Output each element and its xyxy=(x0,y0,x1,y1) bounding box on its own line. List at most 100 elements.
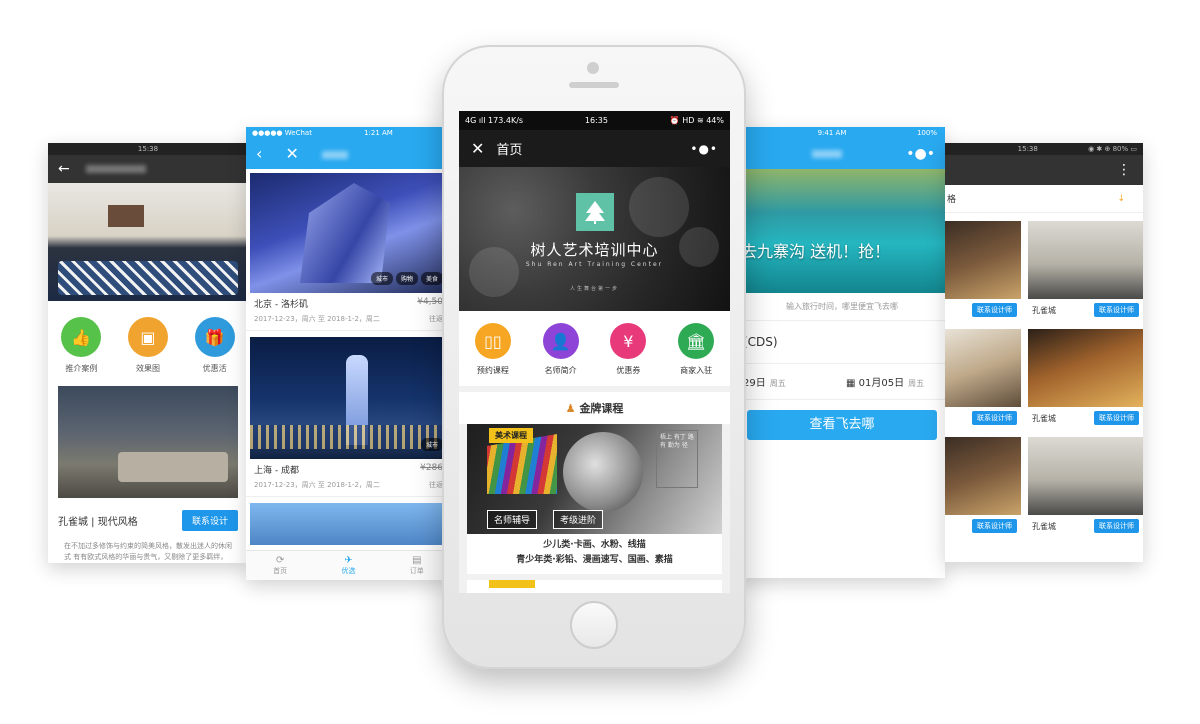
contact-designer-button[interactable]: 联系设计师 xyxy=(972,519,1017,533)
planet-icon: ⟳ xyxy=(275,555,285,566)
route-card[interactable]: 城市 上海 - 成都 ¥286 2017-12-23，周六 至 2018-1-2，… xyxy=(246,337,451,497)
menu-book-course[interactable]: ▯▯ 预约课程 xyxy=(465,323,521,376)
status-bar: 4G ıll 173.4K/s 16:35 ⏰ HD ≋ 44% xyxy=(459,111,730,130)
feature-recommended-cases[interactable]: 👍 推介案例 xyxy=(51,317,111,374)
close-icon[interactable]: ✕ xyxy=(471,139,484,158)
plane-icon: ✈ xyxy=(344,555,353,566)
route-info: 上海 - 成都 ¥286 2017-12-23，周六 至 2018-1-2，周二 往… xyxy=(246,459,451,497)
route-price: ¥286 xyxy=(420,463,443,473)
pencils-shape xyxy=(487,434,557,494)
contact-designer-button[interactable]: 联系设计师 xyxy=(1094,303,1139,317)
back-arrow-icon[interactable]: ← xyxy=(58,161,70,177)
more-dots-icon[interactable]: •●• xyxy=(690,142,718,156)
grid-card[interactable]: 孔雀城 联系设计师 xyxy=(1028,437,1143,537)
course-card-image[interactable]: 梧上 有丁 路有 勤为 径 美术课程 名师辅导 考级进阶 xyxy=(467,424,722,534)
blurred-title xyxy=(811,150,842,158)
menu-merchant-join[interactable]: 🏛 商家入驻 xyxy=(668,323,724,376)
lake-banner[interactable]: 去九寨沟 送机！抢！ xyxy=(739,169,945,293)
status-bar: 9:41 AM 100% xyxy=(739,127,945,139)
tab-home[interactable]: ⟳ 首页 xyxy=(260,555,300,576)
building-shape xyxy=(300,183,390,283)
blurred-title xyxy=(322,151,348,159)
search-flights-button[interactable]: 查看飞去哪 xyxy=(747,410,937,440)
origin-field[interactable]: (CDS) xyxy=(739,321,945,364)
art-center-screen: 4G ıll 173.4K/s 16:35 ⏰ HD ≋ 44% ✕ 首页 •●… xyxy=(459,111,730,593)
status-icons: ◉ ✱ ⊕ 80% ▭ xyxy=(1088,145,1137,153)
grid-card[interactable]: 联系设计师 xyxy=(945,221,1021,321)
brand-slogan: 人生舞台第一步 xyxy=(569,286,619,292)
status-bar: 15:38 xyxy=(48,143,248,155)
rug-shape xyxy=(58,261,238,295)
route-photo: 城市 xyxy=(250,337,447,459)
case-photo xyxy=(945,329,1021,407)
sofa-shape xyxy=(118,452,228,482)
top-nav: ✕ 首页 •●• xyxy=(459,130,730,167)
feature-renderings[interactable]: ▣ 效果图 xyxy=(118,317,178,374)
front-camera xyxy=(587,62,599,74)
course-line: 青少年类·彩铅、漫画速写、国画、素描 xyxy=(516,555,673,565)
date-row: 29日 周五 ▦ 01月05日 周五 xyxy=(739,364,945,400)
top-nav: ⋮ xyxy=(945,155,1143,185)
more-vertical-icon[interactable]: ⋮ xyxy=(1117,162,1131,178)
route-info: 北京 - 洛杉矶 ¥4,50 2017-12-23，周六 至 2018-1-2，周… xyxy=(246,293,451,331)
close-icon[interactable]: ✕ xyxy=(286,144,299,163)
feature-promotions[interactable]: 🎁 优惠活 xyxy=(185,317,245,374)
feature-icons: 👍 推介案例 ▣ 效果图 🎁 优惠活 xyxy=(48,301,248,380)
bottom-tab-bar: ⟳ 首页 ✈ 优选 ▤ 订单 xyxy=(246,550,451,580)
bokeh-shape xyxy=(629,177,689,237)
route-tags: 城市 xyxy=(420,438,443,451)
top-nav: •●• xyxy=(739,139,945,169)
grid-card[interactable]: 联系设计师 xyxy=(945,329,1021,429)
grid-card[interactable]: 孔雀城 联系设计师 xyxy=(1028,329,1143,429)
tab-label: 首页 xyxy=(273,567,288,575)
date-to-week: 周五 xyxy=(908,379,925,388)
contact-designer-button[interactable]: 联系设计师 xyxy=(1094,519,1139,533)
search-hint[interactable]: 输入旅行时间，哪里便宜飞去哪 xyxy=(739,293,945,321)
tv-shape xyxy=(108,205,144,227)
filter-row[interactable]: 格 ↓ xyxy=(945,185,1143,213)
route-title: 上海 - 成都 xyxy=(254,466,299,476)
calendar-icon: ▦ xyxy=(846,378,859,389)
tab-label: 订单 xyxy=(409,567,424,575)
status-icons: ⏰ HD ≋ 44% xyxy=(669,116,724,125)
living-room-banner xyxy=(48,183,248,301)
contact-designer-button[interactable]: 联系设计师 xyxy=(972,411,1017,425)
date-from-week: 周五 xyxy=(769,379,786,388)
grid-card[interactable]: 联系设计师 xyxy=(945,437,1021,537)
carrier-text: ●●●●● WeChat xyxy=(252,129,312,137)
contact-designer-button[interactable]: 联系设计 xyxy=(181,510,238,531)
card-label: 孔雀城 xyxy=(1032,521,1056,531)
case-photo[interactable] xyxy=(58,386,238,498)
next-course-card[interactable] xyxy=(467,580,722,593)
contact-designer-button[interactable]: 联系设计师 xyxy=(972,303,1017,317)
blurred-title xyxy=(86,165,147,173)
case-photo xyxy=(1028,329,1143,407)
more-dots-icon[interactable]: •●• xyxy=(906,146,935,162)
status-time: 16:35 xyxy=(584,116,608,125)
clipboard-icon: ▤ xyxy=(412,555,422,566)
tab-orders[interactable]: ▤ 订单 xyxy=(397,555,437,576)
route-photo-partial[interactable] xyxy=(250,503,447,545)
route-dates: 2017-12-23，周六 至 2018-1-2，周二 xyxy=(254,481,380,489)
coupon-icon: ¥ xyxy=(610,323,647,359)
city-lights-shape xyxy=(250,425,447,449)
status-bar: ●●●●● WeChat 1:21 AM xyxy=(246,127,451,139)
brand-banner[interactable]: 树人艺术培训中心 Shu Ren Art Training Center 人生舞… xyxy=(459,167,730,311)
back-chevron-icon[interactable]: ‹ xyxy=(256,144,262,163)
thumbs-up-icon: 👍 xyxy=(61,317,102,357)
menu-teachers[interactable]: 👤 名师简介 xyxy=(533,323,589,376)
date-to-field[interactable]: ▦ 01月05日 周五 xyxy=(842,364,945,399)
home-button[interactable] xyxy=(570,601,618,649)
brand-name: 树人艺术培训中心 xyxy=(530,241,659,259)
feature-label: 推介案例 xyxy=(65,364,98,373)
case-meta: 孔雀城 | 现代风格 联系设计 xyxy=(48,504,248,537)
route-card[interactable]: 城市 购物 美食 北京 - 洛杉矶 ¥4,50 2017-12-23，周六 至 2… xyxy=(246,173,451,331)
route-price: ¥4,50 xyxy=(417,297,443,307)
date-from-field[interactable]: 29日 周五 xyxy=(739,364,842,399)
sort-arrow-icon[interactable]: ↓ xyxy=(1117,194,1125,204)
tab-featured[interactable]: ✈ 优选 xyxy=(328,555,368,576)
contact-designer-button[interactable]: 联系设计师 xyxy=(1094,411,1139,425)
network-status: 4G ıll 173.4K/s xyxy=(465,116,524,125)
menu-coupons[interactable]: ¥ 优惠券 xyxy=(600,323,656,376)
grid-card[interactable]: 孔雀城 联系设计师 xyxy=(1028,221,1143,321)
